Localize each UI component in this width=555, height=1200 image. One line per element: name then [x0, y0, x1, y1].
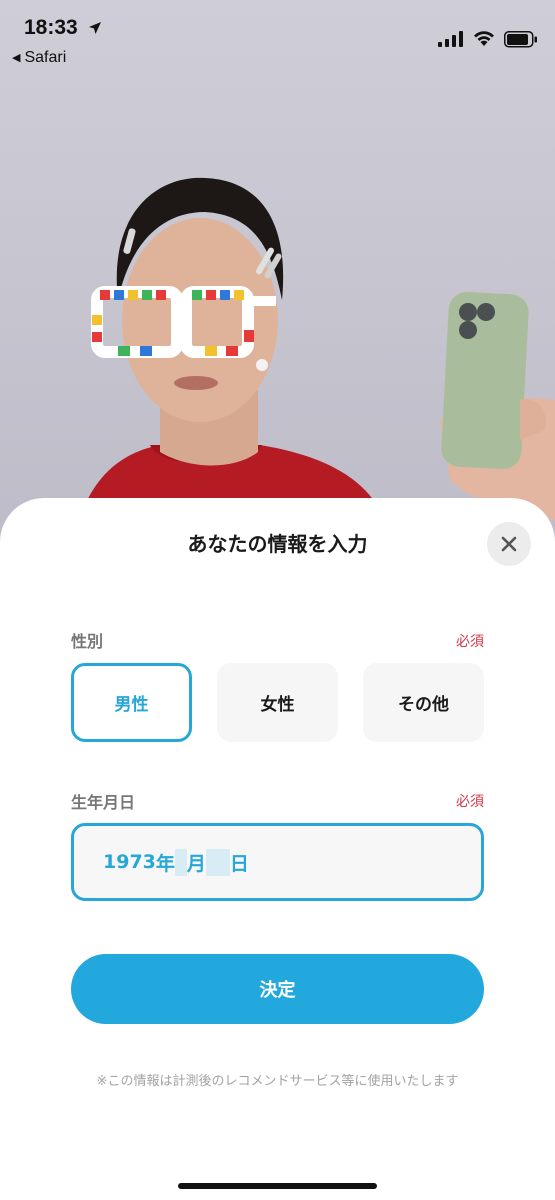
gender-option-male[interactable]: 男性 [71, 663, 192, 742]
sheet-title: あなたの情報を入力 [187, 532, 368, 556]
birth-month-unit: 月 [186, 852, 206, 875]
back-triangle-icon: ◀ [12, 52, 21, 64]
birth-month-value[interactable] [174, 848, 187, 876]
input-sheet: あなたの情報を入力 性別 必須 男性 女性 その他 生年月日 必須 1973 年… [0, 498, 555, 1200]
signal-icon [438, 31, 463, 47]
gender-option-female[interactable]: 女性 [217, 663, 338, 742]
status-bar: 18:33 ◀ Safari [0, 0, 555, 80]
birth-year-unit: 年 [155, 852, 175, 875]
birthdate-label: 生年月日 [71, 793, 136, 812]
birth-day-unit: 日 [229, 852, 249, 875]
model-illustration [70, 177, 555, 560]
background-photo [0, 0, 555, 560]
gender-options: 男性 女性 その他 [71, 663, 484, 742]
birthdate-required-badge: 必須 [456, 794, 484, 810]
usage-note: ※この情報は計測後のレコメンドサービス等に使用いたします [96, 1074, 459, 1089]
birthdate-input[interactable]: 1973 年 月 日 [71, 823, 484, 901]
home-indicator [178, 1183, 377, 1189]
gender-option-other[interactable]: その他 [363, 663, 484, 742]
gender-required-badge: 必須 [456, 634, 484, 650]
birth-year-value[interactable]: 1973 [103, 851, 156, 873]
status-time: 18:33 [24, 16, 78, 39]
gender-label: 性別 [71, 632, 104, 651]
battery-icon [504, 31, 537, 48]
close-icon [501, 536, 517, 552]
screen: 18:33 ◀ Safari あなたの情報を入力 性別 必須 男性 女性 その他… [0, 0, 555, 1200]
submit-button[interactable]: 決定 [71, 954, 484, 1024]
birth-day-value[interactable] [205, 848, 230, 876]
close-button[interactable] [487, 522, 531, 566]
back-app-label: Safari [24, 49, 67, 66]
wifi-icon [474, 31, 494, 46]
glasses [91, 286, 276, 358]
back-to-safari-link[interactable]: ◀ Safari [12, 49, 66, 67]
location-arrow-icon [89, 22, 101, 34]
